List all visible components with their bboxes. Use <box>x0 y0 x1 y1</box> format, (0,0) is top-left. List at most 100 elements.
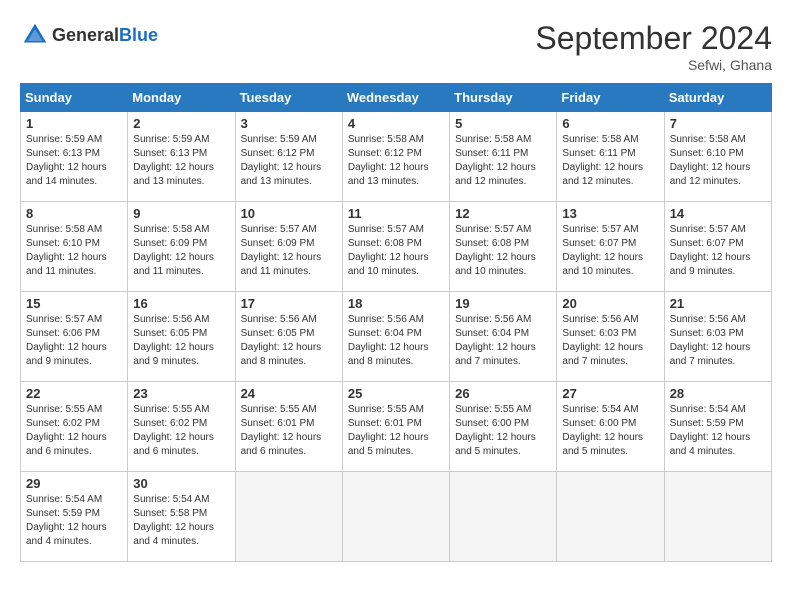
day-number: 19 <box>455 296 551 311</box>
calendar-table: SundayMondayTuesdayWednesdayThursdayFrid… <box>20 83 772 562</box>
day-number: 25 <box>348 386 444 401</box>
day-number: 26 <box>455 386 551 401</box>
calendar-cell: 12 Sunrise: 5:57 AMSunset: 6:08 PMDaylig… <box>450 202 557 292</box>
logo-general: General <box>52 25 119 45</box>
day-number: 21 <box>670 296 766 311</box>
logo-icon <box>20 20 50 50</box>
header-friday: Friday <box>557 84 664 112</box>
day-number: 30 <box>133 476 229 491</box>
day-number: 22 <box>26 386 122 401</box>
calendar-cell: 23 Sunrise: 5:55 AMSunset: 6:02 PMDaylig… <box>128 382 235 472</box>
day-number: 28 <box>670 386 766 401</box>
day-info: Sunrise: 5:57 AMSunset: 6:06 PMDaylight:… <box>26 314 107 367</box>
day-info: Sunrise: 5:57 AMSunset: 6:07 PMDaylight:… <box>670 224 751 277</box>
month-title: September 2024 <box>535 20 772 57</box>
day-number: 11 <box>348 206 444 221</box>
day-info: Sunrise: 5:55 AMSunset: 6:02 PMDaylight:… <box>26 404 107 457</box>
calendar-cell: 16 Sunrise: 5:56 AMSunset: 6:05 PMDaylig… <box>128 292 235 382</box>
day-number: 20 <box>562 296 658 311</box>
day-info: Sunrise: 5:56 AMSunset: 6:04 PMDaylight:… <box>455 314 536 367</box>
day-info: Sunrise: 5:56 AMSunset: 6:05 PMDaylight:… <box>133 314 214 367</box>
header-monday: Monday <box>128 84 235 112</box>
calendar-cell: 25 Sunrise: 5:55 AMSunset: 6:01 PMDaylig… <box>342 382 449 472</box>
day-info: Sunrise: 5:58 AMSunset: 6:09 PMDaylight:… <box>133 224 214 277</box>
calendar-cell: 24 Sunrise: 5:55 AMSunset: 6:01 PMDaylig… <box>235 382 342 472</box>
day-number: 4 <box>348 116 444 131</box>
day-info: Sunrise: 5:59 AMSunset: 6:12 PMDaylight:… <box>241 134 322 187</box>
calendar-cell: 29 Sunrise: 5:54 AMSunset: 5:59 PMDaylig… <box>21 472 128 562</box>
calendar-cell: 1 Sunrise: 5:59 AMSunset: 6:13 PMDayligh… <box>21 112 128 202</box>
day-info: Sunrise: 5:58 AMSunset: 6:10 PMDaylight:… <box>26 224 107 277</box>
logo-text: GeneralBlue <box>52 25 158 46</box>
calendar-cell: 22 Sunrise: 5:55 AMSunset: 6:02 PMDaylig… <box>21 382 128 472</box>
day-info: Sunrise: 5:58 AMSunset: 6:11 PMDaylight:… <box>455 134 536 187</box>
calendar-body: 1 Sunrise: 5:59 AMSunset: 6:13 PMDayligh… <box>21 112 772 562</box>
calendar-week-2: 8 Sunrise: 5:58 AMSunset: 6:10 PMDayligh… <box>21 202 772 292</box>
day-number: 3 <box>241 116 337 131</box>
day-number: 10 <box>241 206 337 221</box>
day-info: Sunrise: 5:58 AMSunset: 6:10 PMDaylight:… <box>670 134 751 187</box>
calendar-header-row: SundayMondayTuesdayWednesdayThursdayFrid… <box>21 84 772 112</box>
calendar-cell <box>235 472 342 562</box>
day-number: 8 <box>26 206 122 221</box>
day-info: Sunrise: 5:57 AMSunset: 6:08 PMDaylight:… <box>348 224 429 277</box>
day-info: Sunrise: 5:56 AMSunset: 6:05 PMDaylight:… <box>241 314 322 367</box>
location: Sefwi, Ghana <box>535 57 772 73</box>
calendar-cell: 2 Sunrise: 5:59 AMSunset: 6:13 PMDayligh… <box>128 112 235 202</box>
day-info: Sunrise: 5:57 AMSunset: 6:09 PMDaylight:… <box>241 224 322 277</box>
day-info: Sunrise: 5:54 AMSunset: 5:59 PMDaylight:… <box>670 404 751 457</box>
day-info: Sunrise: 5:57 AMSunset: 6:08 PMDaylight:… <box>455 224 536 277</box>
calendar-week-1: 1 Sunrise: 5:59 AMSunset: 6:13 PMDayligh… <box>21 112 772 202</box>
calendar-week-3: 15 Sunrise: 5:57 AMSunset: 6:06 PMDaylig… <box>21 292 772 382</box>
header-saturday: Saturday <box>664 84 771 112</box>
day-info: Sunrise: 5:55 AMSunset: 6:01 PMDaylight:… <box>348 404 429 457</box>
header-tuesday: Tuesday <box>235 84 342 112</box>
calendar-cell <box>342 472 449 562</box>
day-info: Sunrise: 5:58 AMSunset: 6:12 PMDaylight:… <box>348 134 429 187</box>
calendar-cell: 6 Sunrise: 5:58 AMSunset: 6:11 PMDayligh… <box>557 112 664 202</box>
calendar-cell <box>450 472 557 562</box>
day-info: Sunrise: 5:56 AMSunset: 6:03 PMDaylight:… <box>670 314 751 367</box>
day-info: Sunrise: 5:54 AMSunset: 6:00 PMDaylight:… <box>562 404 643 457</box>
day-info: Sunrise: 5:59 AMSunset: 6:13 PMDaylight:… <box>133 134 214 187</box>
day-info: Sunrise: 5:55 AMSunset: 6:00 PMDaylight:… <box>455 404 536 457</box>
day-info: Sunrise: 5:56 AMSunset: 6:04 PMDaylight:… <box>348 314 429 367</box>
day-info: Sunrise: 5:54 AMSunset: 5:59 PMDaylight:… <box>26 494 107 547</box>
day-info: Sunrise: 5:58 AMSunset: 6:11 PMDaylight:… <box>562 134 643 187</box>
calendar-cell: 26 Sunrise: 5:55 AMSunset: 6:00 PMDaylig… <box>450 382 557 472</box>
day-number: 6 <box>562 116 658 131</box>
day-info: Sunrise: 5:54 AMSunset: 5:58 PMDaylight:… <box>133 494 214 547</box>
header-sunday: Sunday <box>21 84 128 112</box>
day-number: 14 <box>670 206 766 221</box>
day-number: 18 <box>348 296 444 311</box>
header-thursday: Thursday <box>450 84 557 112</box>
calendar-cell <box>664 472 771 562</box>
day-number: 12 <box>455 206 551 221</box>
calendar-cell: 21 Sunrise: 5:56 AMSunset: 6:03 PMDaylig… <box>664 292 771 382</box>
day-number: 9 <box>133 206 229 221</box>
day-number: 5 <box>455 116 551 131</box>
calendar-cell <box>557 472 664 562</box>
day-number: 13 <box>562 206 658 221</box>
page-header: GeneralBlue September 2024 Sefwi, Ghana <box>20 20 772 73</box>
day-number: 1 <box>26 116 122 131</box>
day-number: 23 <box>133 386 229 401</box>
day-info: Sunrise: 5:59 AMSunset: 6:13 PMDaylight:… <box>26 134 107 187</box>
day-info: Sunrise: 5:56 AMSunset: 6:03 PMDaylight:… <box>562 314 643 367</box>
calendar-cell: 11 Sunrise: 5:57 AMSunset: 6:08 PMDaylig… <box>342 202 449 292</box>
calendar-cell: 20 Sunrise: 5:56 AMSunset: 6:03 PMDaylig… <box>557 292 664 382</box>
day-number: 2 <box>133 116 229 131</box>
calendar-cell: 3 Sunrise: 5:59 AMSunset: 6:12 PMDayligh… <box>235 112 342 202</box>
calendar-cell: 28 Sunrise: 5:54 AMSunset: 5:59 PMDaylig… <box>664 382 771 472</box>
day-number: 7 <box>670 116 766 131</box>
header-wednesday: Wednesday <box>342 84 449 112</box>
calendar-cell: 8 Sunrise: 5:58 AMSunset: 6:10 PMDayligh… <box>21 202 128 292</box>
day-number: 27 <box>562 386 658 401</box>
day-info: Sunrise: 5:57 AMSunset: 6:07 PMDaylight:… <box>562 224 643 277</box>
calendar-cell: 4 Sunrise: 5:58 AMSunset: 6:12 PMDayligh… <box>342 112 449 202</box>
calendar-cell: 15 Sunrise: 5:57 AMSunset: 6:06 PMDaylig… <box>21 292 128 382</box>
day-number: 24 <box>241 386 337 401</box>
calendar-cell: 9 Sunrise: 5:58 AMSunset: 6:09 PMDayligh… <box>128 202 235 292</box>
calendar-cell: 18 Sunrise: 5:56 AMSunset: 6:04 PMDaylig… <box>342 292 449 382</box>
title-area: September 2024 Sefwi, Ghana <box>535 20 772 73</box>
